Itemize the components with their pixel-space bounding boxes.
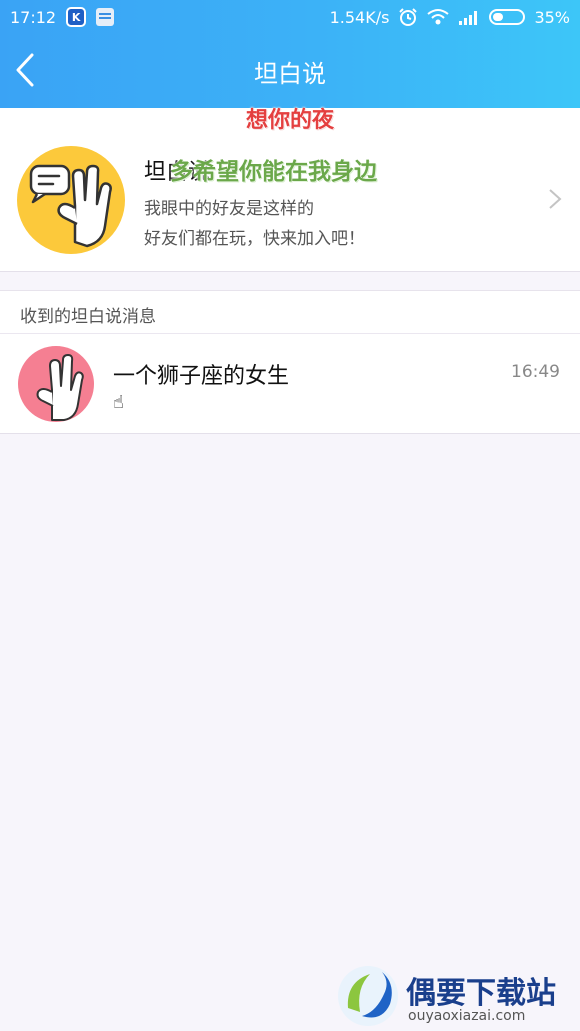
page-title: 坦白说	[254, 60, 326, 88]
status-bar: 17:12 K 1.54K/s 35%	[0, 0, 580, 34]
watermark-text: 偶要下载站	[406, 976, 556, 1011]
message-sender: 一个狮子座的女生	[113, 364, 290, 389]
network-speed: 1.54K/s	[329, 7, 390, 27]
battery-icon	[489, 9, 526, 25]
overlay-caption-green: 多希望你能在我身边	[170, 159, 377, 185]
message-time: 16:49	[511, 362, 560, 382]
k-app-icon: K	[66, 7, 87, 27]
speech-bubble-hand-icon	[17, 146, 125, 254]
chevron-right-icon	[549, 189, 562, 209]
overlay-caption-red: 想你的夜	[245, 108, 334, 133]
battery-percent: 35%	[534, 7, 570, 27]
status-time: 17:12	[10, 7, 57, 27]
intro-subtitle-2: 好友们都在玩，快来加入吧！	[144, 229, 365, 249]
avatar	[18, 346, 94, 422]
signal-icon	[459, 11, 478, 25]
gallery-app-icon	[96, 8, 115, 26]
list-item[interactable]: 一个狮子座的女生 16:49 ☝	[0, 334, 580, 434]
wifi-icon	[427, 9, 450, 25]
alarm-icon	[399, 8, 418, 26]
section-header: 收到的坦白说消息	[0, 290, 580, 334]
intro-subtitle-1: 我眼中的好友是这样的	[144, 199, 314, 219]
watermark-logo-icon	[338, 966, 398, 1026]
watermark: 偶要下载站 ouyaoxiazai.com	[336, 964, 576, 1028]
section-label: 收到的坦白说消息	[20, 307, 156, 327]
message-preview: ☝	[113, 392, 124, 413]
watermark-url: ouyaoxiazai.com	[408, 1008, 526, 1024]
header-bar: 17:12 K 1.54K/s 35% 坦白说	[0, 0, 580, 108]
